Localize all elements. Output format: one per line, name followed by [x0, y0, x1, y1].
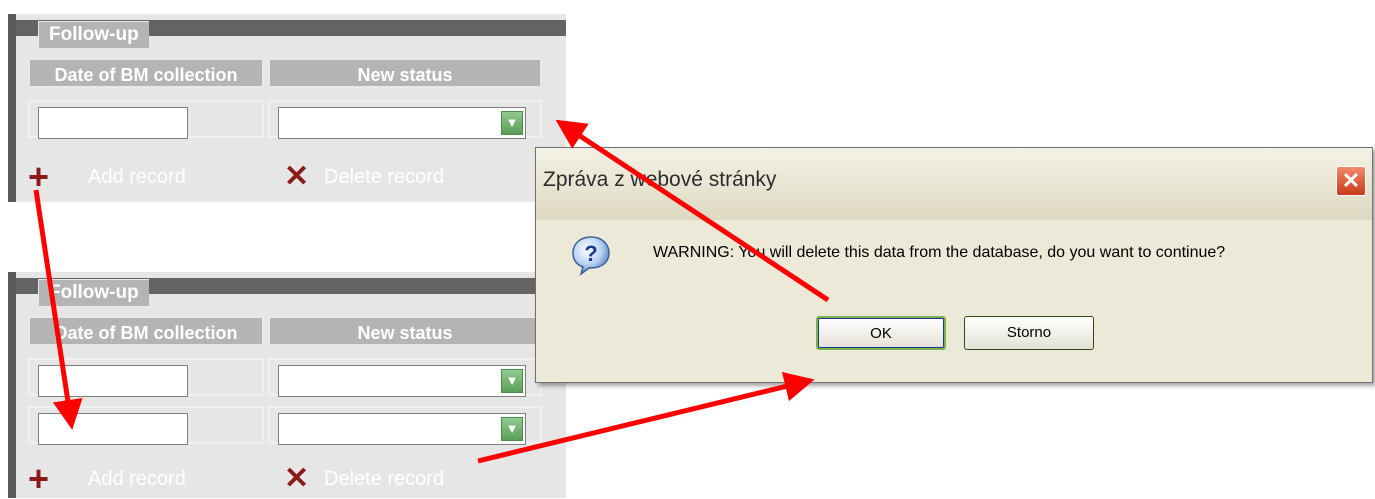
- follow-up-panel-2: Follow-up Date of BM collection New stat…: [8, 272, 566, 498]
- dialog-title-bar[interactable]: Zpráva z webové stránky ✕: [536, 148, 1372, 220]
- confirm-dialog: Zpráva z webové stránky ✕ ? WARNING: You…: [535, 147, 1373, 383]
- date-input[interactable]: [38, 107, 188, 139]
- add-record-icon[interactable]: +: [28, 159, 49, 195]
- column-header-status: New status: [268, 58, 542, 88]
- add-record-button[interactable]: Add record: [88, 464, 186, 494]
- panel-left-bar: [8, 272, 16, 498]
- column-header-date: Date of BM collection: [28, 58, 264, 88]
- panel-legend: Follow-up: [38, 279, 149, 306]
- add-record-icon[interactable]: +: [28, 461, 49, 497]
- close-icon[interactable]: ✕: [1336, 166, 1366, 196]
- status-select[interactable]: ▼: [278, 365, 526, 397]
- follow-up-panel-1: Follow-up Date of BM collection New stat…: [8, 14, 566, 202]
- delete-record-button[interactable]: Delete record: [324, 162, 444, 192]
- dialog-message: WARNING: You will delete this data from …: [653, 244, 1226, 261]
- cancel-button[interactable]: Storno: [964, 316, 1094, 350]
- delete-record-button[interactable]: Delete record: [324, 464, 444, 494]
- dropdown-arrow-icon[interactable]: ▼: [501, 417, 523, 441]
- dialog-title: Zpráva z webové stránky: [543, 168, 777, 191]
- panel-left-bar: [8, 14, 16, 202]
- status-select[interactable]: ▼: [278, 107, 526, 139]
- dropdown-arrow-icon[interactable]: ▼: [501, 369, 523, 393]
- svg-text:?: ?: [584, 241, 597, 266]
- dropdown-arrow-icon[interactable]: ▼: [501, 111, 523, 135]
- date-input[interactable]: [38, 413, 188, 445]
- column-header-date: Date of BM collection: [28, 316, 264, 346]
- ok-button[interactable]: OK: [816, 316, 946, 350]
- delete-record-icon[interactable]: ✕: [284, 162, 309, 192]
- question-icon: ?: [572, 236, 610, 276]
- delete-record-icon[interactable]: ✕: [284, 464, 309, 494]
- date-input[interactable]: [38, 365, 188, 397]
- status-select[interactable]: ▼: [278, 413, 526, 445]
- column-header-status: New status: [268, 316, 542, 346]
- add-record-button[interactable]: Add record: [88, 162, 186, 192]
- panel-legend: Follow-up: [38, 21, 149, 48]
